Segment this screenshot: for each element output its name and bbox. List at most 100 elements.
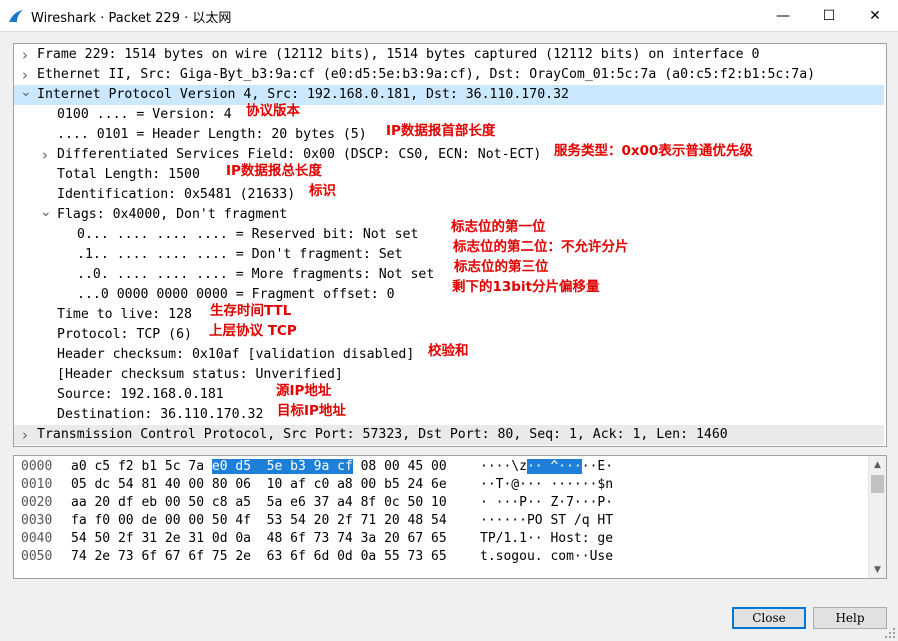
hex-bytes: 74 2e 73 6f 67 6f 75 2e 63 6f 6d 0d 0a 5… [71, 548, 447, 566]
tree-row[interactable]: › Differentiated Services Field: 0x00 (DS… [14, 145, 884, 165]
hex-byte-group: 08 00 45 00 [352, 459, 447, 474]
tree-row-label: Flags: 0x4000, Don't fragment [57, 207, 288, 222]
tree-row-label: Header checksum: 0x10af [validation disa… [57, 347, 415, 362]
tree-row-label: Protocol: TCP (6) [57, 327, 192, 342]
hex-ascii: ··T·@··· ······$n [480, 476, 613, 494]
chevron-right-icon[interactable]: › [20, 65, 30, 85]
tree-row[interactable]: ⌄ Flags: 0x4000, Don't fragment [14, 205, 884, 225]
help-button[interactable]: Help [813, 607, 887, 629]
window-title: Wireshark · Packet 229 · 以太网 [31, 11, 232, 26]
annotation-label: 协议版本 [246, 103, 300, 119]
chevron-down-icon[interactable]: ⌄ [40, 205, 52, 225]
annotation-label: 目标IP地址 [277, 403, 346, 419]
resize-grip-icon[interactable] [884, 627, 896, 639]
tree-row[interactable]: Total Length: 1500 [14, 165, 884, 185]
tree-row-label: ..0. .... .... .... = More fragments: No… [77, 267, 435, 282]
packet-detail-tree[interactable]: › Frame 229: 1514 bytes on wire (12112 bi… [13, 43, 887, 447]
scroll-thumb[interactable] [871, 475, 884, 493]
hex-ascii: TP/1.1·· Host: ge [480, 530, 613, 548]
chevron-down-icon[interactable]: ⌄ [20, 85, 32, 105]
tree-row-label: Internet Protocol Version 4, Src: 192.16… [37, 87, 569, 102]
ascii-group: t.sogou. com··Use [480, 549, 614, 564]
hex-row[interactable]: 0030 fa f0 00 de 00 00 50 4f 53 54 20 2f … [14, 512, 864, 530]
hex-offset: 0020 [21, 495, 53, 510]
tree-row[interactable]: 0... .... .... .... = Reserved bit: Not … [14, 225, 884, 245]
hex-row[interactable]: 0020 aa 20 df eb 00 50 c8 a5 5a e6 37 a4 … [14, 494, 864, 512]
annotation-label: 标志位的第二位：不允许分片 [453, 239, 629, 255]
hex-row[interactable]: 0000 a0 c5 f2 b1 5c 7a e0 d5 5e b3 9a cf … [14, 458, 864, 476]
maximize-button[interactable]: ☐ [806, 0, 852, 31]
hex-byte-group: fa f0 00 de 00 00 50 4f 53 54 20 2f 71 2… [71, 513, 447, 528]
chevron-right-icon[interactable]: › [20, 425, 30, 445]
tree-row[interactable]: ...0 0000 0000 0000 = Fragment offset: 0 [14, 285, 884, 305]
hex-offset: 0050 [21, 549, 53, 564]
ascii-group: ····\z [480, 459, 527, 474]
hex-row[interactable]: 0050 74 2e 73 6f 67 6f 75 2e 63 6f 6d 0d … [14, 548, 864, 566]
ascii-group: TP/1.1·· Host: ge [480, 531, 614, 546]
tree-row-label: Ethernet II, Src: Giga-Byt_b3:9a:cf (e0:… [37, 67, 816, 82]
tree-row[interactable]: Time to live: 128 [14, 305, 884, 325]
tree-row[interactable]: .1.. .... .... .... = Don't fragment: Se… [14, 245, 884, 265]
hex-bytes: a0 c5 f2 b1 5c 7a e0 d5 5e b3 9a cf 08 0… [71, 458, 447, 476]
hex-offset: 0010 [21, 477, 53, 492]
tree-row[interactable]: ⌄ Internet Protocol Version 4, Src: 192.1… [14, 85, 884, 105]
hex-bytes: 05 dc 54 81 40 00 80 06 10 af c0 a8 00 b… [71, 476, 447, 494]
tree-row[interactable]: Destination: 36.110.170.32 [14, 405, 884, 425]
tree-row[interactable]: Source: 192.168.0.181 [14, 385, 884, 405]
tree-row-label: 0100 .... = Version: 4 [57, 107, 232, 122]
hex-bytes: fa f0 00 de 00 00 50 4f 53 54 20 2f 71 2… [71, 512, 447, 530]
hex-byte-group: aa 20 df eb 00 50 c8 a5 5a e6 37 a4 8f 0… [71, 495, 447, 510]
close-window-button[interactable]: ✕ [852, 0, 898, 31]
hex-row[interactable]: 0010 05 dc 54 81 40 00 80 06 10 af c0 a8 … [14, 476, 864, 494]
ascii-group: ··E· [581, 459, 614, 474]
scroll-down-arrow-icon[interactable]: ▼ [869, 561, 886, 578]
hex-ascii: t.sogou. com··Use [480, 548, 613, 566]
wireshark-fin-icon [9, 10, 23, 22]
packet-bytes-pane[interactable]: ▲ ▼ 0000 a0 c5 f2 b1 5c 7a e0 d5 5e b3 9a… [13, 455, 887, 579]
highlighted-bytes: e0 d5 5e b3 9a cf [211, 459, 353, 474]
hex-offset: 0040 [21, 531, 53, 546]
hex-byte-group: 74 2e 73 6f 67 6f 75 2e 63 6f 6d 0d 0a 5… [71, 549, 447, 564]
title-bar: Wireshark · Packet 229 · 以太网 — ☐ ✕ [0, 0, 898, 32]
hex-bytes: 54 50 2f 31 2e 31 0d 0a 48 6f 73 74 3a 2… [71, 530, 447, 548]
annotation-label: 服务类型：0x00表示普通优先级 [554, 143, 753, 159]
annotation-label: 生存时间TTL [210, 303, 292, 319]
close-button[interactable]: Close [732, 607, 806, 629]
minimize-button[interactable]: — [760, 0, 806, 31]
maximize-icon: ☐ [822, 7, 836, 24]
tree-row[interactable]: › Frame 229: 1514 bytes on wire (12112 bi… [14, 45, 884, 65]
annotation-label: 标识 [309, 183, 336, 199]
hex-ascii: · ···P·· Z·7···P· [480, 494, 613, 512]
chevron-right-icon[interactable]: › [40, 145, 50, 165]
tree-row[interactable]: ..0. .... .... .... = More fragments: No… [14, 265, 884, 285]
tree-row[interactable]: Identification: 0x5481 (21633) [14, 185, 884, 205]
annotation-label: 标志位的第一位 [451, 219, 546, 235]
ascii-group: ··T·@··· ······$n [480, 477, 614, 492]
tree-row[interactable]: › Ethernet II, Src: Giga-Byt_b3:9a:cf (e0… [14, 65, 884, 85]
tree-row-label: Identification: 0x5481 (21633) [57, 187, 296, 202]
hex-byte-group: a0 c5 f2 b1 5c 7a [71, 459, 212, 474]
tree-row-label: Transmission Control Protocol, Src Port:… [37, 427, 728, 442]
hex-offset: 0000 [21, 459, 53, 474]
tree-row-label: .1.. .... .... .... = Don't fragment: Se… [77, 247, 403, 262]
tree-row-label: 0... .... .... .... = Reserved bit: Not … [77, 227, 419, 242]
scroll-up-arrow-icon[interactable]: ▲ [869, 456, 886, 473]
annotation-label: 校验和 [428, 343, 469, 359]
annotation-label: IP数据报首部长度 [386, 123, 496, 139]
annotation-label: IP数据报总长度 [226, 163, 322, 179]
close-icon: ✕ [869, 7, 881, 24]
hex-bytes: aa 20 df eb 00 50 c8 a5 5a e6 37 a4 8f 0… [71, 494, 447, 512]
hex-byte-group: 54 50 2f 31 2e 31 0d 0a 48 6f 73 74 3a 2… [71, 531, 447, 546]
annotation-label: 标志位的第三位 [454, 259, 549, 275]
tree-row-label: Time to live: 128 [57, 307, 192, 322]
tree-row[interactable]: › Transmission Control Protocol, Src Port… [14, 425, 884, 445]
tree-row[interactable]: [Header checksum status: Unverified] [14, 365, 884, 385]
chevron-right-icon[interactable]: › [20, 45, 30, 65]
annotation-label: 上层协议 TCP [209, 323, 297, 339]
tree-row-label: Destination: 36.110.170.32 [57, 407, 264, 422]
hex-offset: 0030 [21, 513, 53, 528]
hex-row[interactable]: 0040 54 50 2f 31 2e 31 0d 0a 48 6f 73 74 … [14, 530, 864, 548]
hex-scrollbar[interactable]: ▲ ▼ [868, 456, 886, 578]
minimize-icon: — [776, 7, 790, 24]
tree-row-label: Frame 229: 1514 bytes on wire (12112 bit… [37, 47, 760, 62]
